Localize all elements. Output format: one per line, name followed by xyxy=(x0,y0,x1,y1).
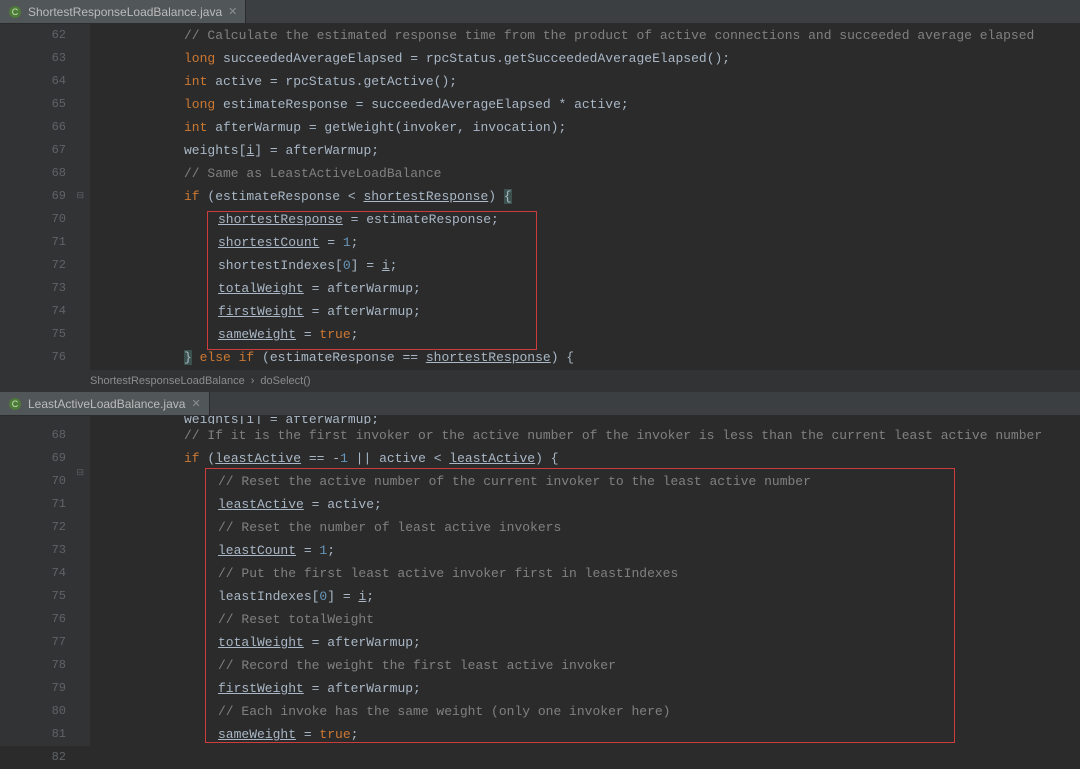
bottom-code-area[interactable]: weights[i] = afterWarmup;// If it is the… xyxy=(90,416,1080,746)
line-number: 68 xyxy=(0,424,66,447)
code-line[interactable]: sameWeight = true; xyxy=(90,323,1080,346)
line-number: 77 xyxy=(0,631,66,654)
bottom-tab-bar: C LeastActiveLoadBalance.java ✕ xyxy=(0,392,1080,416)
code-line[interactable]: // Reset totalWeight xyxy=(90,608,1080,631)
line-number: 76 xyxy=(0,608,66,631)
line-number: 81 xyxy=(0,723,66,746)
code-line[interactable]: shortestCount = 1; xyxy=(90,231,1080,254)
top-gutter: 62636465666768 ⊟ 6970717273747576 xyxy=(0,24,90,370)
code-line[interactable]: int afterWarmup = getWeight(invoker, inv… xyxy=(90,116,1080,139)
line-number: 80 xyxy=(0,700,66,723)
code-line[interactable]: } else if (estimateResponse == shortestR… xyxy=(90,346,1080,369)
line-number: 75 xyxy=(0,585,66,608)
line-number: 82 xyxy=(0,746,66,769)
code-line[interactable]: // Same as LeastActiveLoadBalance xyxy=(90,162,1080,185)
tab-shortest-response[interactable]: C ShortestResponseLoadBalance.java ✕ xyxy=(0,0,246,23)
code-line[interactable]: // Calculate the estimated response time… xyxy=(90,24,1080,47)
top-code-area[interactable]: // Calculate the estimated response time… xyxy=(90,24,1080,370)
java-class-icon: C xyxy=(8,397,22,411)
close-icon[interactable]: ✕ xyxy=(191,397,200,410)
line-number: 69 xyxy=(0,447,66,470)
breadcrumb-bar: ShortestResponseLoadBalance › doSelect() xyxy=(0,370,1080,392)
line-number: 75 xyxy=(0,323,66,346)
fold-icon[interactable]: ⊟ xyxy=(76,191,84,201)
code-line[interactable]: leastIndexes[0] = i; xyxy=(90,585,1080,608)
code-line[interactable]: long estimateResponse = succeededAverage… xyxy=(90,93,1080,116)
code-line[interactable]: totalWeight = afterWarmup; xyxy=(90,631,1080,654)
bottom-editor[interactable]: 68⊟6970717273747576777879808182 weights[… xyxy=(0,416,1080,746)
line-number: 72 xyxy=(0,516,66,539)
code-line[interactable]: int active = rpcStatus.getActive(); xyxy=(90,70,1080,93)
svg-text:C: C xyxy=(12,399,19,409)
line-number: 73 xyxy=(0,277,66,300)
code-line[interactable]: if (estimateResponse < shortestResponse)… xyxy=(90,185,1080,208)
line-number: 62 xyxy=(0,24,66,47)
tab-filename: LeastActiveLoadBalance.java xyxy=(28,397,185,411)
code-line[interactable]: firstWeight = afterWarmup; xyxy=(90,677,1080,700)
line-number: 67 xyxy=(0,139,66,162)
code-line[interactable]: shortestResponse = estimateResponse; xyxy=(90,208,1080,231)
svg-text:C: C xyxy=(12,7,19,17)
line-number: 69 xyxy=(0,185,66,208)
code-line[interactable]: // Reset the number of least active invo… xyxy=(90,516,1080,539)
code-line[interactable]: weights[i] = afterWarmup; xyxy=(90,416,1080,424)
breadcrumb-class[interactable]: ShortestResponseLoadBalance xyxy=(90,375,245,387)
code-line[interactable]: // Reset the active number of the curren… xyxy=(90,470,1080,493)
fold-icon[interactable]: ⊟ xyxy=(76,468,84,478)
line-number: 65 xyxy=(0,93,66,116)
line-number: 78 xyxy=(0,654,66,677)
line-number: 76 xyxy=(0,346,66,369)
top-tab-bar: C ShortestResponseLoadBalance.java ✕ xyxy=(0,0,1080,24)
line-number: 63 xyxy=(0,47,66,70)
line-number: 72 xyxy=(0,254,66,277)
bottom-gutter: 68⊟6970717273747576777879808182 xyxy=(0,416,90,746)
code-line[interactable]: // Record the weight the first least act… xyxy=(90,654,1080,677)
line-number: 79 xyxy=(0,677,66,700)
line-number: 74 xyxy=(0,300,66,323)
line-number: 68 xyxy=(0,162,66,185)
java-class-icon: C xyxy=(8,5,22,19)
code-line[interactable]: // Put the first least active invoker fi… xyxy=(90,562,1080,585)
top-editor[interactable]: 62636465666768 ⊟ 6970717273747576 // Calcu… xyxy=(0,24,1080,370)
line-number: 73 xyxy=(0,539,66,562)
line-number: 71 xyxy=(0,493,66,516)
line-number: 66 xyxy=(0,116,66,139)
code-line[interactable]: leastActive = active; xyxy=(90,493,1080,516)
tab-least-active[interactable]: C LeastActiveLoadBalance.java ✕ xyxy=(0,392,210,415)
code-line[interactable]: leastCount = 1; xyxy=(90,539,1080,562)
tab-filename: ShortestResponseLoadBalance.java xyxy=(28,5,222,19)
code-line[interactable]: firstWeight = afterWarmup; xyxy=(90,300,1080,323)
line-number: 70 xyxy=(0,208,66,231)
code-line[interactable]: long succeededAverageElapsed = rpcStatus… xyxy=(90,47,1080,70)
code-line[interactable]: sameWeight = true; xyxy=(90,723,1080,746)
breadcrumb-method[interactable]: doSelect() xyxy=(260,375,310,387)
code-line[interactable]: if (leastActive == -1 || active < leastA… xyxy=(90,447,1080,470)
line-number: 71 xyxy=(0,231,66,254)
line-number: 70 xyxy=(0,470,66,493)
close-icon[interactable]: ✕ xyxy=(228,5,237,18)
line-number: 74 xyxy=(0,562,66,585)
chevron-right-icon: › xyxy=(251,375,255,387)
code-line[interactable]: totalWeight = afterWarmup; xyxy=(90,277,1080,300)
code-line[interactable]: // Each invoke has the same weight (only… xyxy=(90,700,1080,723)
code-line[interactable]: weights[i] = afterWarmup; xyxy=(90,139,1080,162)
code-line[interactable]: // If it is the first invoker or the act… xyxy=(90,424,1080,447)
bottom-editor-pane: C LeastActiveLoadBalance.java ✕ 68⊟69707… xyxy=(0,392,1080,746)
code-line[interactable]: shortestIndexes[0] = i; xyxy=(90,254,1080,277)
top-editor-pane: C ShortestResponseLoadBalance.java ✕ 626… xyxy=(0,0,1080,392)
line-number: 64 xyxy=(0,70,66,93)
